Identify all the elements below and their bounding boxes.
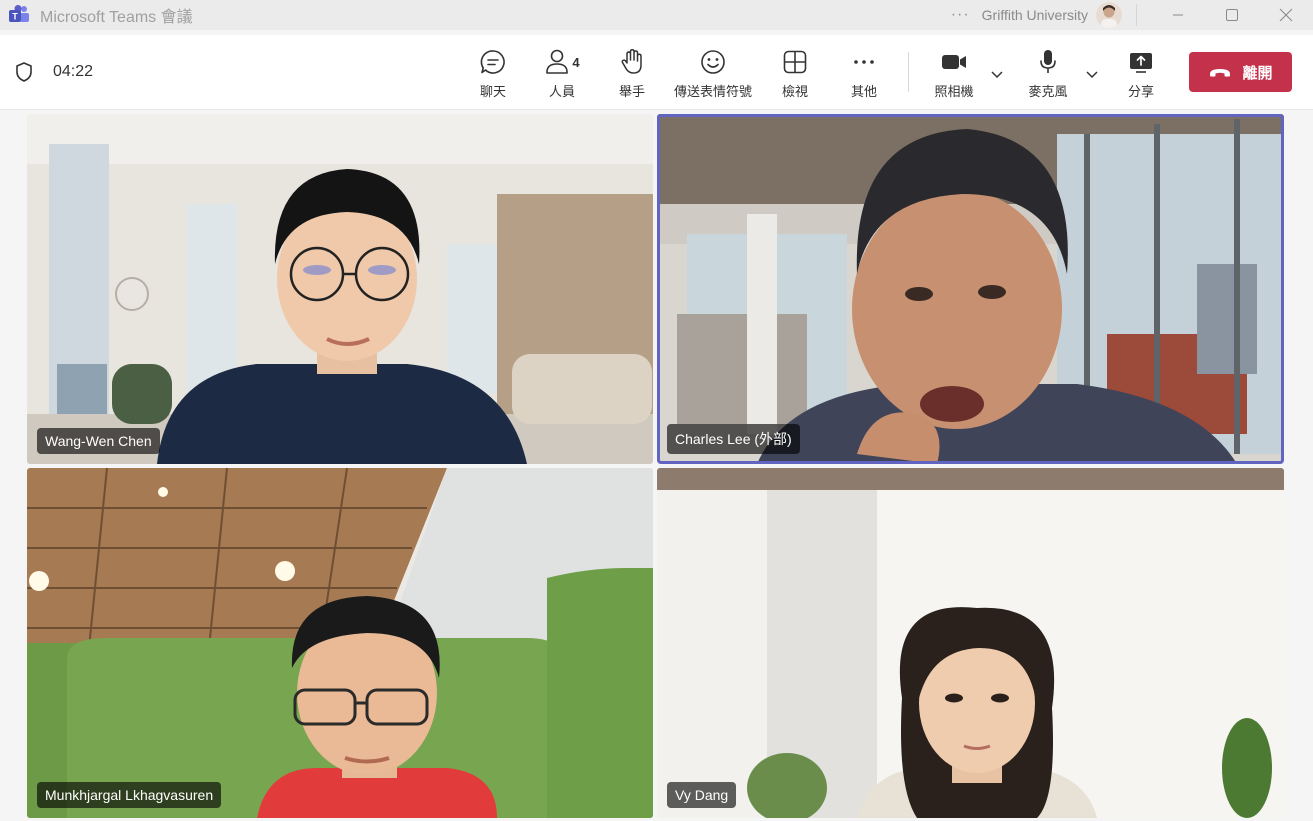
svg-text:T: T [12, 12, 18, 22]
title-more-button[interactable]: ··· [951, 6, 970, 24]
camera-button[interactable]: 照相機 [932, 48, 976, 100]
participant-video-tile[interactable]: Vy Dang [657, 468, 1284, 818]
hang-up-icon [1210, 69, 1231, 77]
emoji-icon [701, 50, 725, 74]
camera-label: 照相機 [934, 84, 974, 99]
window-title: Microsoft Teams 會議 [40, 9, 193, 26]
view-label: 檢視 [781, 84, 808, 99]
share-label: 分享 [1127, 84, 1154, 99]
camera-options-chevron-icon[interactable] [990, 67, 1004, 81]
share-button[interactable]: 分享 [1126, 48, 1156, 100]
people-label: 人員 [548, 84, 575, 99]
microphone-options-chevron-icon[interactable] [1085, 67, 1099, 81]
people-count-badge: 4 [572, 54, 580, 70]
microphone-button[interactable]: 麥克風 [1026, 48, 1070, 100]
organization-name[interactable]: Griffith University [982, 7, 1088, 23]
chat-button[interactable]: 聊天 [476, 48, 510, 100]
participant-video [657, 468, 1284, 818]
close-button[interactable] [1259, 0, 1313, 30]
people-button[interactable]: 4 人員 [542, 48, 582, 100]
chat-label: 聊天 [479, 84, 506, 99]
participant-name: Vy Dang [667, 782, 737, 808]
grid-view-icon [783, 50, 807, 74]
raise-hand-button[interactable]: 舉手 [617, 48, 647, 100]
participant-video-tile[interactable]: Munkhjargal Lkhagvasuren [27, 468, 653, 818]
people-icon [546, 49, 569, 74]
share-screen-icon [1130, 53, 1152, 73]
participant-video [27, 468, 653, 818]
chat-icon [480, 50, 505, 74]
participant-name: Munkhjargal Lkhagvasuren [37, 782, 222, 808]
participant-name: Charles Lee (外部) [667, 424, 800, 454]
teams-logo-icon: T [9, 5, 29, 22]
meeting-timer: 04:22 [53, 63, 94, 80]
raise-hand-label: 舉手 [618, 84, 645, 99]
more-label: 其他 [850, 84, 877, 99]
meeting-toolbar: 04:22 聊天 4 人員 舉手 傳送表情符號 檢視 其他 照相機 麥克風 分享… [0, 35, 1313, 110]
close-icon [1279, 8, 1293, 22]
shield-icon[interactable] [13, 61, 35, 83]
hand-icon [621, 48, 642, 74]
participant-video-tile[interactable]: Wang-Wen Chen [27, 114, 653, 464]
more-button[interactable]: 其他 [849, 48, 879, 100]
minimize-icon [1173, 14, 1183, 16]
participant-video-tile-active-speaker[interactable]: Charles Lee (外部) [657, 114, 1284, 464]
leave-button[interactable]: 離開 [1189, 52, 1292, 92]
reactions-label: 傳送表情符號 [673, 84, 752, 99]
reactions-button[interactable]: 傳送表情符號 [672, 48, 754, 100]
participant-video [27, 114, 653, 464]
more-icon [854, 60, 874, 64]
microphone-icon [1040, 50, 1056, 73]
title-bar: T Microsoft Teams 會議 ··· Griffith Univer… [0, 0, 1313, 30]
camera-icon [942, 55, 966, 69]
participant-video [657, 114, 1284, 464]
maximize-icon [1226, 9, 1238, 21]
view-button[interactable]: 檢視 [780, 48, 810, 100]
maximize-button[interactable] [1205, 0, 1259, 30]
leave-label: 離開 [1242, 64, 1273, 82]
microphone-label: 麥克風 [1028, 84, 1068, 99]
minimize-button[interactable] [1151, 0, 1205, 30]
user-avatar[interactable] [1096, 2, 1122, 28]
participant-name: Wang-Wen Chen [37, 428, 160, 454]
